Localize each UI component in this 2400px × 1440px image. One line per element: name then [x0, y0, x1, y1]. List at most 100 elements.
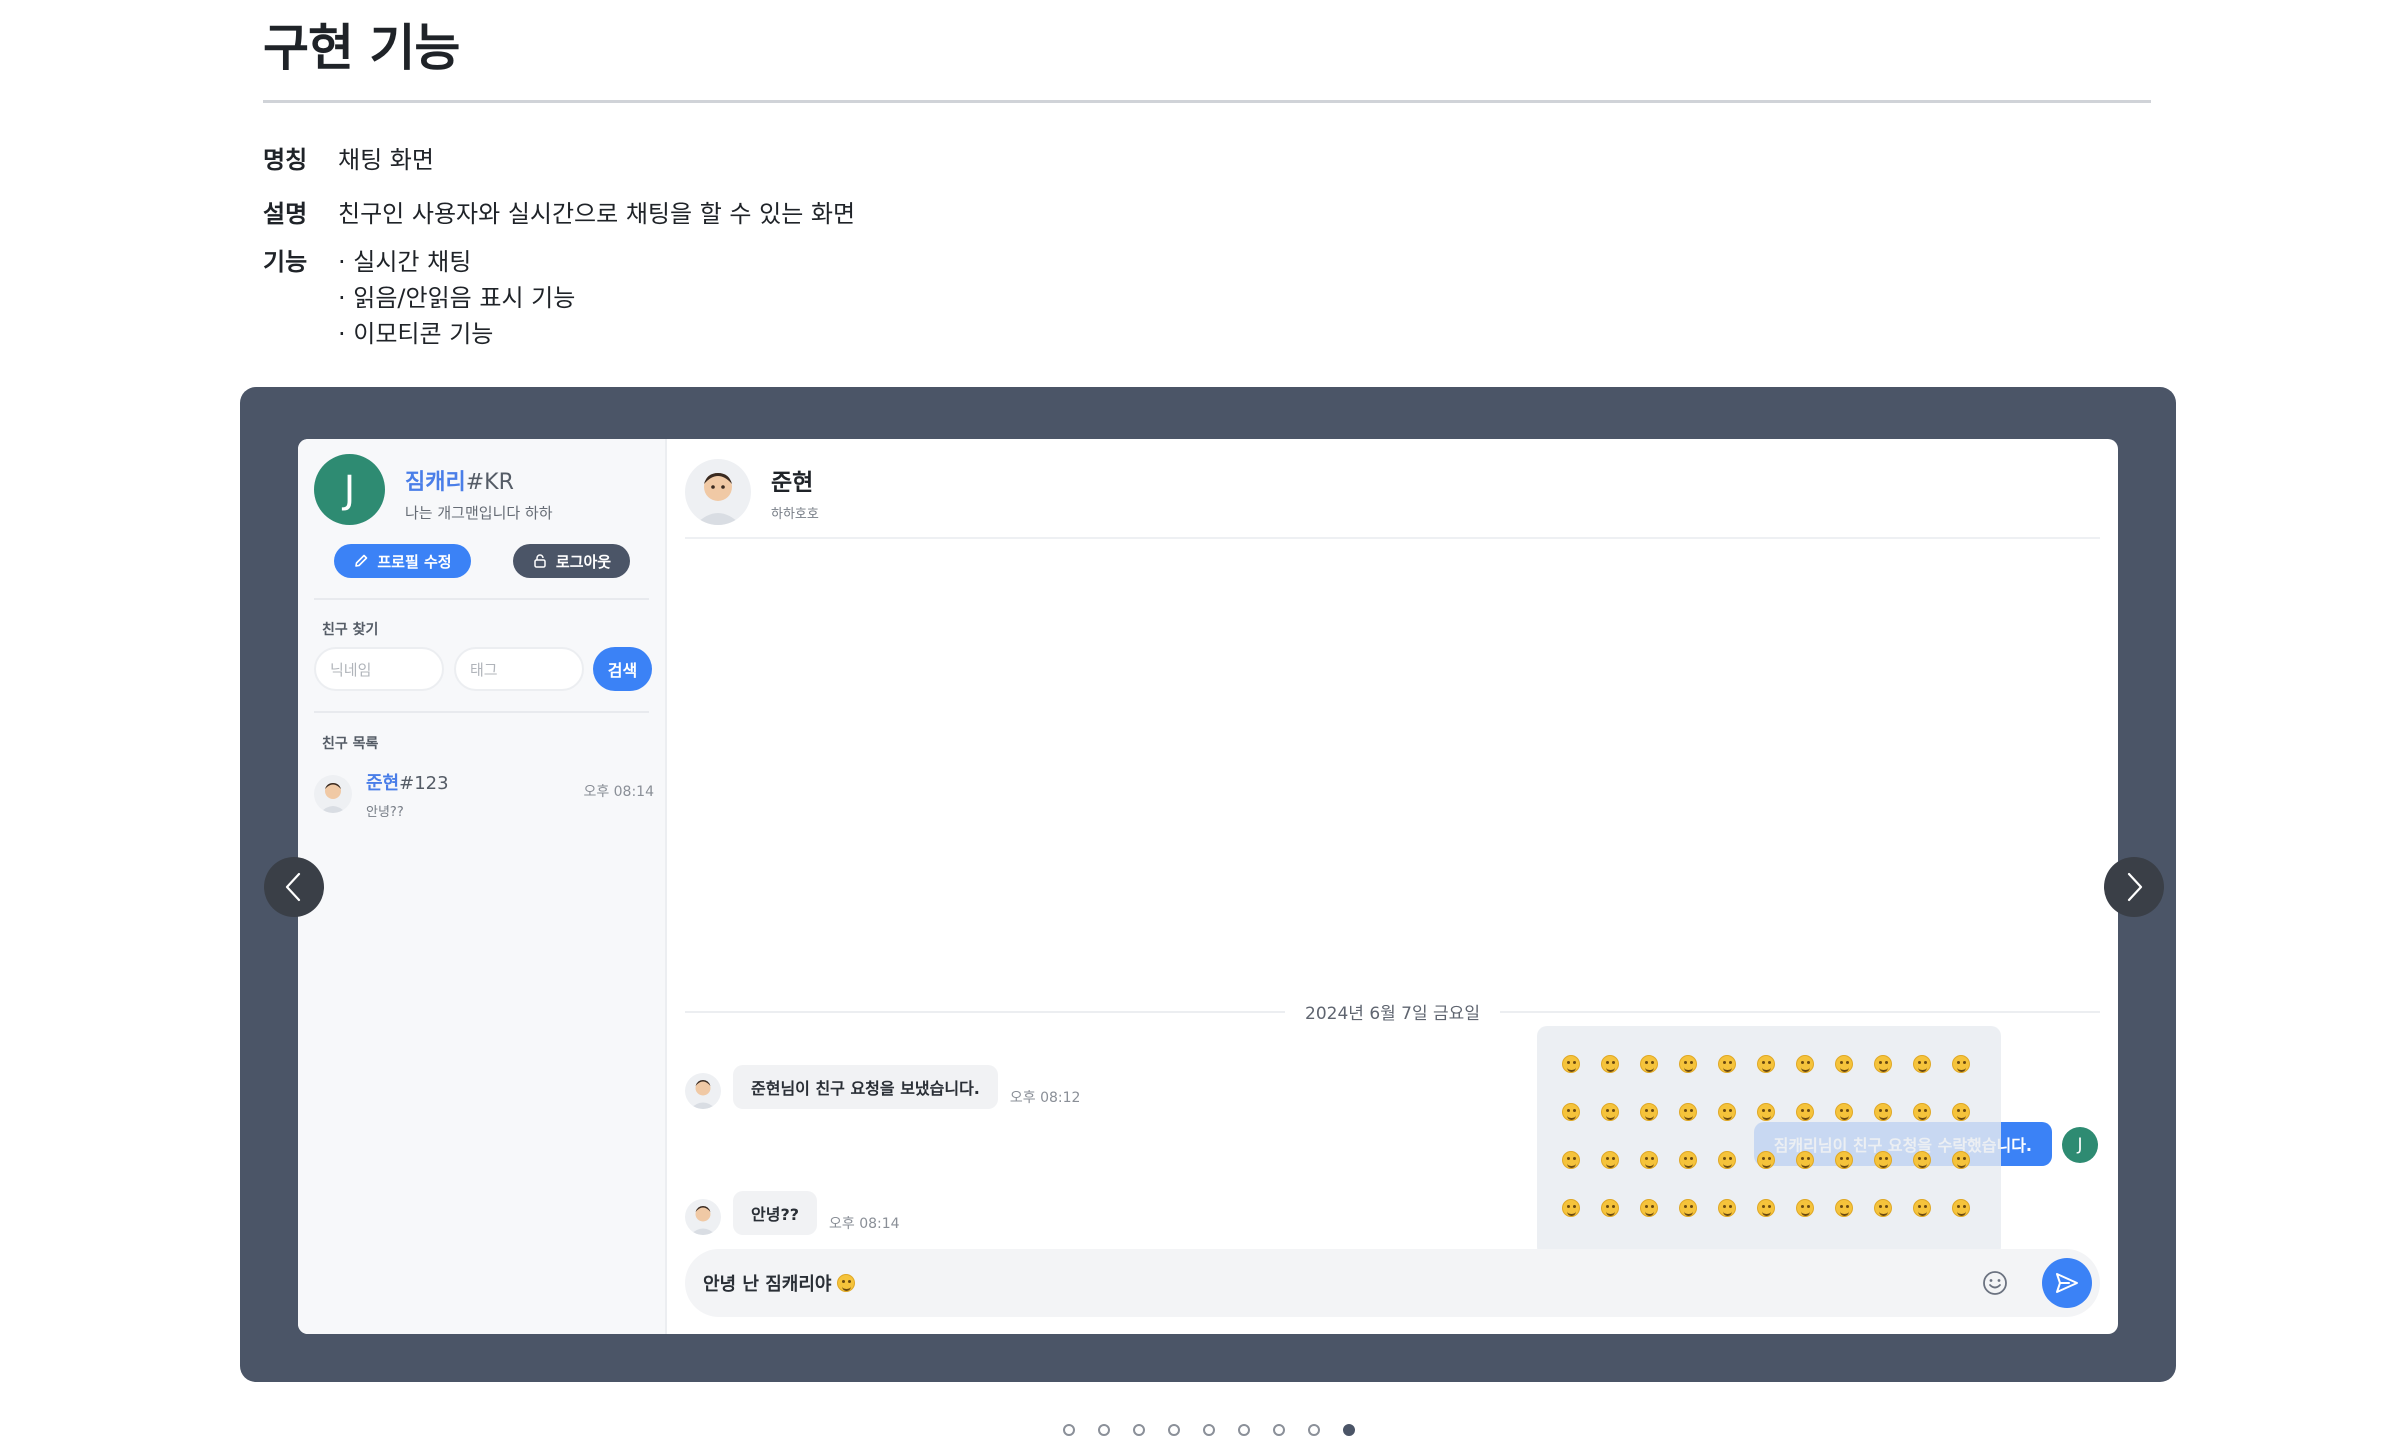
emoji-option[interactable]: [1785, 1136, 1824, 1184]
emoji-option[interactable]: [1863, 1184, 1902, 1232]
emoji-option[interactable]: [1668, 1136, 1707, 1184]
emoji-option[interactable]: [1707, 1088, 1746, 1136]
carousel-dot[interactable]: [1238, 1424, 1250, 1436]
carousel-dot[interactable]: [1343, 1424, 1355, 1436]
emoji-face-icon: [1678, 1055, 1697, 1073]
emoji-option[interactable]: [1746, 1040, 1785, 1088]
divider: [685, 537, 2100, 539]
emoji-option[interactable]: [1746, 1136, 1785, 1184]
emoji-option[interactable]: [1785, 1040, 1824, 1088]
emoji-option[interactable]: [1590, 1136, 1629, 1184]
emoji-face-icon: [1795, 1055, 1814, 1073]
emoji-option[interactable]: [1941, 1184, 1980, 1232]
emoji-option[interactable]: [1551, 1136, 1590, 1184]
message-time: 오후 08:14: [829, 1216, 900, 1232]
emoji-option[interactable]: [1785, 1088, 1824, 1136]
emoji-option[interactable]: [1707, 1040, 1746, 1088]
emoji-face-icon: [1639, 1055, 1658, 1073]
emoji-option[interactable]: [1863, 1040, 1902, 1088]
emoji-face-icon: [1678, 1151, 1697, 1169]
carousel-dot[interactable]: [1168, 1424, 1180, 1436]
emoji-option[interactable]: [1902, 1184, 1941, 1232]
emoji-option[interactable]: [1668, 1088, 1707, 1136]
emoji-option[interactable]: [1629, 1040, 1668, 1088]
feature-item: · 이모티콘 기능: [338, 320, 494, 348]
send-button[interactable]: [2042, 1258, 2092, 1308]
carousel-prev-button[interactable]: [264, 857, 324, 917]
emoji-option[interactable]: [1824, 1088, 1863, 1136]
emoji-face-icon: [1600, 1151, 1619, 1169]
tag-input[interactable]: 태그: [454, 647, 584, 691]
emoji-option[interactable]: [1668, 1184, 1707, 1232]
message-composer[interactable]: 안녕 난 짐캐리야: [685, 1249, 2100, 1317]
emoji-face-icon: [1678, 1199, 1697, 1217]
emoji-face-icon: [1951, 1199, 1970, 1217]
emoji-face-icon: [1561, 1151, 1580, 1169]
emoji-option[interactable]: [1590, 1184, 1629, 1232]
emoji-option[interactable]: [1707, 1184, 1746, 1232]
emoji-face-icon: [1639, 1103, 1658, 1121]
carousel-dot[interactable]: [1203, 1424, 1215, 1436]
emoji-face-icon: [1834, 1055, 1853, 1073]
emoji-option[interactable]: [1941, 1088, 1980, 1136]
emoji-option[interactable]: [1824, 1184, 1863, 1232]
info-row-desc: 설명 친구인 사용자와 실시간으로 채팅을 할 수 있는 화면: [263, 196, 855, 232]
emoji-option[interactable]: [1902, 1088, 1941, 1136]
emoji-face-icon: [1717, 1103, 1736, 1121]
search-button[interactable]: 검색: [593, 647, 652, 691]
emoji-face-icon: [1912, 1151, 1931, 1169]
edit-profile-button[interactable]: 프로필 수정: [334, 544, 471, 578]
emoji-face-icon: [1678, 1103, 1697, 1121]
emoji-face-icon: [1756, 1103, 1775, 1121]
pencil-icon: [355, 554, 368, 567]
carousel-next-button[interactable]: [2104, 857, 2164, 917]
emoji-option[interactable]: [1590, 1088, 1629, 1136]
emoji-face-icon: [1912, 1055, 1931, 1073]
emoji-option[interactable]: [1746, 1088, 1785, 1136]
message-input-text: 안녕 난 짐캐리야: [703, 1274, 832, 1295]
info-value-name: 채팅 화면: [338, 146, 434, 174]
carousel-dot[interactable]: [1133, 1424, 1145, 1436]
carousel-dot[interactable]: [1273, 1424, 1285, 1436]
emoji-option[interactable]: [1668, 1040, 1707, 1088]
carousel-dot[interactable]: [1063, 1424, 1075, 1436]
emoji-option[interactable]: [1629, 1088, 1668, 1136]
emoji-option[interactable]: [1941, 1136, 1980, 1184]
feature-list: · 실시간 채팅 · 읽음/안읽음 표시 기능 · 이모티콘 기능: [338, 244, 575, 352]
message-bubble: 안녕??: [733, 1191, 818, 1235]
emoji-option[interactable]: [1863, 1136, 1902, 1184]
message-input[interactable]: 안녕 난 짐캐리야: [703, 1270, 1978, 1296]
emoji-option[interactable]: [1590, 1040, 1629, 1088]
emoji-option[interactable]: [1551, 1088, 1590, 1136]
emoji-option[interactable]: [1902, 1136, 1941, 1184]
info-label-name: 명칭: [263, 146, 308, 174]
logout-button[interactable]: 로그아웃: [513, 544, 630, 578]
emoji-picker: [1537, 1026, 2001, 1257]
my-avatar: J: [2062, 1127, 2098, 1163]
emoji-face-icon: [1795, 1103, 1814, 1121]
emoji-face-icon: [1639, 1151, 1658, 1169]
sender-avatar: [685, 1199, 721, 1235]
emoji-option[interactable]: [1629, 1184, 1668, 1232]
carousel-dot[interactable]: [1098, 1424, 1110, 1436]
emoji-option[interactable]: [1941, 1040, 1980, 1088]
emoji-option[interactable]: [1863, 1088, 1902, 1136]
send-icon: [2056, 1273, 2078, 1293]
emoji-option[interactable]: [1707, 1136, 1746, 1184]
profile-status: 나는 개그맨입니다 하하: [405, 504, 553, 522]
nickname-input[interactable]: 닉네임: [314, 647, 444, 691]
emoji-option[interactable]: [1824, 1136, 1863, 1184]
emoji-toggle-button[interactable]: [1978, 1266, 2012, 1300]
emoji-option[interactable]: [1902, 1040, 1941, 1088]
emoji-face-icon: [1717, 1055, 1736, 1073]
emoji-option[interactable]: [1551, 1040, 1590, 1088]
emoji-option[interactable]: [1551, 1184, 1590, 1232]
my-profile: J 짐캐리#KR 나는 개그맨입니다 하하: [314, 454, 553, 525]
emoji-option[interactable]: [1746, 1184, 1785, 1232]
friend-list-item[interactable]: 준현#123 안녕?? 오후 08:14: [314, 769, 654, 820]
carousel-dot[interactable]: [1308, 1424, 1320, 1436]
emoji-face-icon: [1912, 1103, 1931, 1121]
emoji-option[interactable]: [1824, 1040, 1863, 1088]
emoji-option[interactable]: [1629, 1136, 1668, 1184]
emoji-option[interactable]: [1785, 1184, 1824, 1232]
